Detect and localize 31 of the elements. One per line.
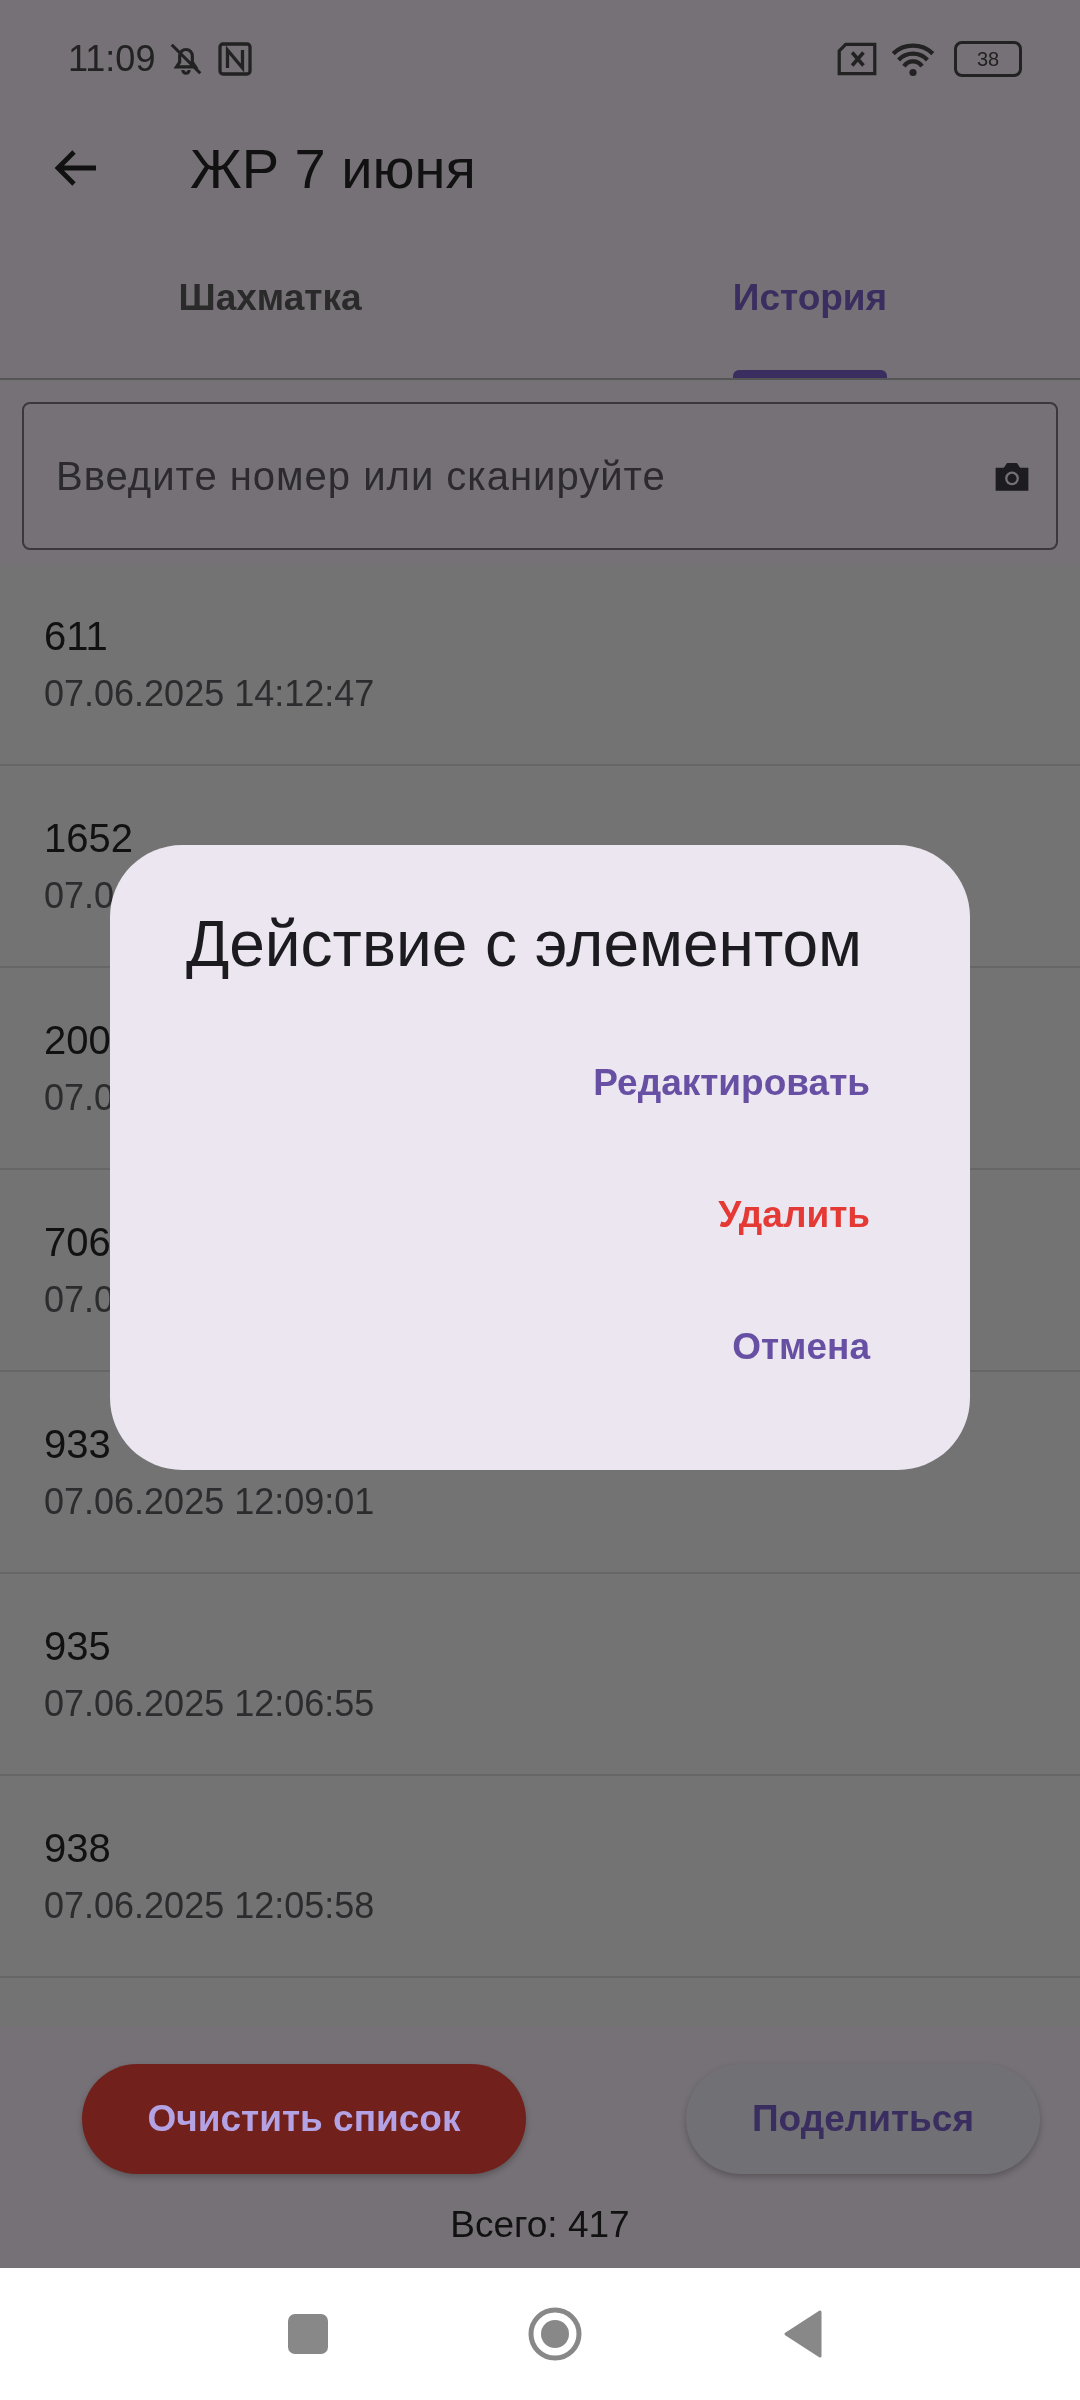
item-timestamp: 07.06.2025 12:06:55 xyxy=(44,1682,375,1725)
dialog-title: Действие с элементом xyxy=(184,907,864,981)
clear-list-button[interactable]: Очистить список xyxy=(82,2064,526,2174)
item-timestamp: 07.0 xyxy=(44,874,115,917)
dialog-action-button[interactable]: Удалить xyxy=(718,1149,870,1281)
item-number: 706 xyxy=(44,1219,111,1265)
item-number: 200 xyxy=(44,1017,111,1063)
sim-missing-icon xyxy=(836,42,878,76)
battery-level: 38 xyxy=(976,47,1000,71)
wifi-icon xyxy=(890,41,936,77)
dialog-action-button[interactable]: Редактировать xyxy=(593,1017,870,1149)
tab[interactable]: Шахматка xyxy=(0,218,540,378)
screen-title: ЖР 7 июня xyxy=(190,135,476,201)
item-number: 935 xyxy=(44,1623,111,1669)
item-timestamp: 07.06.2025 12:05:58 xyxy=(44,1884,375,1927)
search-field[interactable]: Введите номер или сканируйте xyxy=(22,402,1058,550)
recents-button[interactable] xyxy=(288,2314,328,2354)
item-number: 938 xyxy=(44,1825,111,1871)
item-number: 1652 xyxy=(44,815,133,861)
item-timestamp: 07.06.2025 14:12:47 xyxy=(44,672,375,715)
share-button[interactable]: Поделиться xyxy=(686,2064,1040,2174)
tab[interactable]: История xyxy=(540,218,1080,378)
status-time: 11:09 xyxy=(68,38,156,80)
item-timestamp: 07.06.2025 12:09:01 xyxy=(44,1480,375,1523)
dialog-action-button[interactable]: Отмена xyxy=(732,1281,870,1413)
home-button[interactable] xyxy=(528,2307,582,2361)
item-number: 933 xyxy=(44,1421,111,1467)
total-count: Всего: 417 xyxy=(450,2204,630,2246)
back-button[interactable] xyxy=(782,2310,822,2358)
item-number: 611 xyxy=(44,613,108,659)
nfc-icon xyxy=(217,41,254,77)
